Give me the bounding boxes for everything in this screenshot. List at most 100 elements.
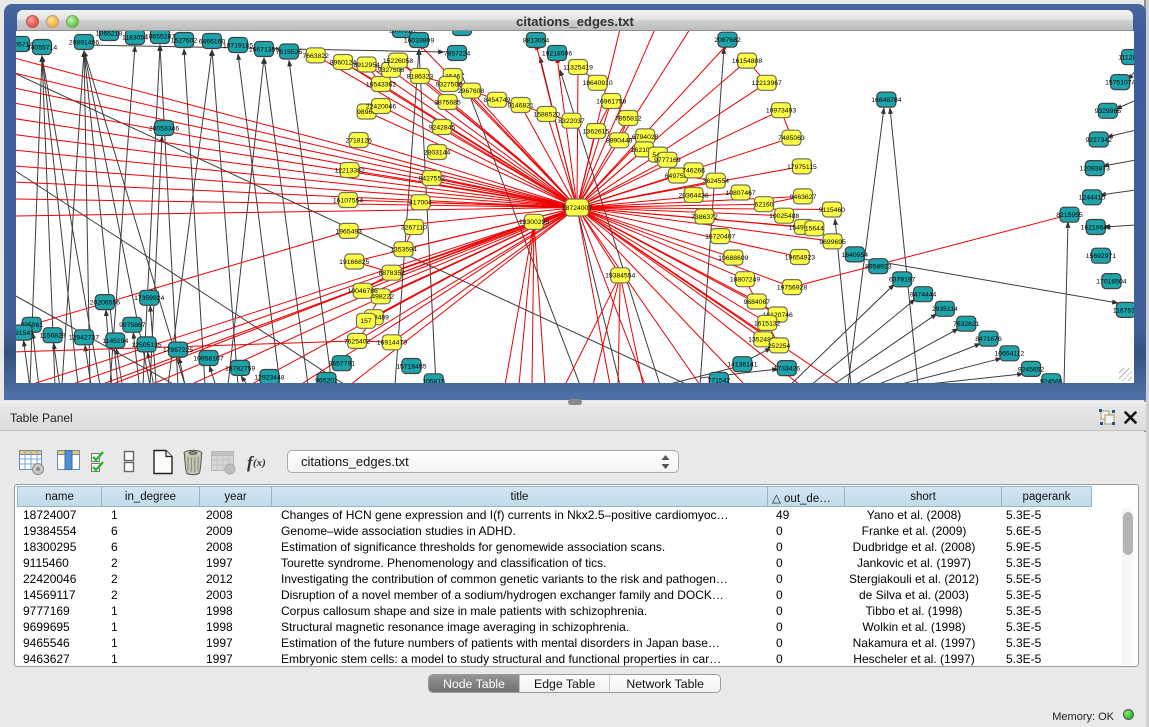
svg-text:20053346: 20053346 <box>149 125 179 132</box>
svg-text:14055714: 14055714 <box>27 44 57 51</box>
svg-text:12505135: 12505135 <box>131 342 161 349</box>
svg-text:1965493: 1965493 <box>335 228 362 235</box>
svg-text:9474444: 9474444 <box>910 292 937 299</box>
svg-text:1244415: 1244415 <box>1079 195 1106 202</box>
svg-text:19218506: 19218506 <box>542 50 572 57</box>
svg-text:12942737: 12942737 <box>69 335 99 342</box>
svg-text:7857224: 7857224 <box>444 50 471 57</box>
svg-text:12093873: 12093873 <box>1080 166 1110 173</box>
svg-text:18807249: 18807249 <box>730 277 760 284</box>
svg-text:16543362: 16543362 <box>366 81 396 88</box>
svg-text:10973493: 10973493 <box>766 108 796 115</box>
svg-text:2803144: 2803144 <box>424 149 451 156</box>
svg-text:16914479: 16914479 <box>377 340 407 347</box>
svg-text:9684067: 9684067 <box>744 299 771 306</box>
svg-text:1661504: 1661504 <box>449 31 476 32</box>
svg-text:17975115: 17975115 <box>787 164 817 171</box>
svg-text:10688609: 10688609 <box>718 255 748 262</box>
svg-text:2935114: 2935114 <box>932 306 958 313</box>
svg-text:252254: 252254 <box>768 343 791 350</box>
svg-text:1167533: 1167533 <box>1113 307 1134 314</box>
svg-text:19384554: 19384554 <box>605 273 635 280</box>
svg-text:16648784: 16648784 <box>871 97 901 104</box>
svg-text:8990448: 8990448 <box>606 138 633 145</box>
svg-text:8322037: 8322037 <box>558 118 585 125</box>
svg-text:7485063: 7485063 <box>778 135 805 142</box>
svg-text:746266: 746266 <box>682 168 705 175</box>
svg-text:1145194: 1145194 <box>102 338 128 345</box>
svg-text:9242845: 9242845 <box>429 124 456 131</box>
svg-text:20891406: 20891406 <box>69 39 99 46</box>
svg-text:3267110: 3267110 <box>401 224 427 231</box>
svg-text:16782759: 16782759 <box>225 365 255 372</box>
svg-text:9699695: 9699695 <box>819 239 846 246</box>
svg-text:9227342: 9227342 <box>1085 137 1112 144</box>
svg-text:16210643: 16210643 <box>1081 224 1111 231</box>
svg-text:19166825: 19166825 <box>339 259 369 266</box>
svg-text:9657791: 9657791 <box>329 361 356 368</box>
svg-text:9975867: 9975867 <box>119 322 146 329</box>
svg-text:8958923: 8958923 <box>865 264 892 271</box>
svg-text:2967608: 2967608 <box>458 88 485 95</box>
svg-text:15226058: 15226058 <box>383 58 413 65</box>
svg-text:9245652: 9245652 <box>1018 366 1045 373</box>
svg-text:771542: 771542 <box>708 377 731 383</box>
svg-text:1353594: 1353594 <box>390 247 417 254</box>
svg-text:157: 157 <box>360 318 372 325</box>
svg-text:16154808: 16154808 <box>732 58 762 65</box>
svg-text:16033809: 16033809 <box>404 37 434 44</box>
svg-text:62160: 62160 <box>755 202 774 209</box>
svg-text:15692971: 15692971 <box>1086 253 1116 260</box>
svg-text:16961758: 16961758 <box>596 98 626 105</box>
svg-text:8186323: 8186323 <box>407 73 434 80</box>
svg-text:8427552: 8427552 <box>419 175 446 182</box>
svg-text:7663822: 7663822 <box>302 53 329 60</box>
svg-text:(x): (x) <box>253 457 266 469</box>
svg-text:12213967: 12213967 <box>752 80 782 87</box>
svg-text:1640954: 1640954 <box>842 252 869 259</box>
svg-text:1615132: 1615132 <box>754 320 781 327</box>
svg-text:16107554: 16107554 <box>333 197 363 204</box>
svg-text:6794028: 6794028 <box>632 134 659 141</box>
svg-text:1112864: 1112864 <box>1118 54 1134 61</box>
svg-text:2718126: 2718126 <box>345 137 372 144</box>
svg-text:417004: 417004 <box>409 200 432 207</box>
svg-text:17957225: 17957225 <box>163 347 193 354</box>
svg-text:22420046: 22420046 <box>366 103 396 110</box>
svg-text:8813054: 8813054 <box>523 37 550 44</box>
svg-text:6379197: 6379197 <box>889 277 916 284</box>
svg-text:9115460: 9115460 <box>819 207 845 214</box>
svg-text:10046786: 10046786 <box>348 288 378 295</box>
svg-text:3624554: 3624554 <box>703 178 730 185</box>
svg-text:1156829: 1156829 <box>40 333 66 340</box>
svg-text:8960124: 8960124 <box>330 59 357 66</box>
svg-text:7625402: 7625402 <box>344 338 371 345</box>
svg-text:14136141: 14136141 <box>727 362 757 369</box>
svg-text:7515526: 7515526 <box>276 49 303 56</box>
svg-text:17016504: 17016504 <box>1096 279 1126 286</box>
svg-text:19756928: 19756928 <box>777 285 807 292</box>
svg-text:11325419: 11325419 <box>563 64 593 71</box>
svg-text:1065218: 1065218 <box>96 31 123 37</box>
svg-text:6466160: 6466160 <box>199 38 226 45</box>
svg-text:965201: 965201 <box>315 377 338 383</box>
svg-text:18724007: 18724007 <box>562 205 592 212</box>
svg-text:9329966: 9329966 <box>1095 108 1122 115</box>
svg-text:8215955: 8215955 <box>1056 212 1083 219</box>
svg-text:16671355: 16671355 <box>249 46 279 53</box>
svg-text:10958107: 10958107 <box>193 355 223 362</box>
svg-text:8471676: 8471676 <box>975 336 1002 343</box>
svg-text:20364436: 20364436 <box>678 192 708 199</box>
svg-text:105815: 105815 <box>422 379 445 383</box>
svg-text:391541: 391541 <box>16 330 34 337</box>
svg-text:15716485: 15716485 <box>396 363 426 370</box>
svg-text:7386372: 7386372 <box>691 214 718 221</box>
svg-text:1733426: 1733426 <box>774 366 801 373</box>
svg-text:10025488: 10025488 <box>769 213 799 220</box>
svg-text:2087682: 2087682 <box>714 37 741 44</box>
svg-text:7955812: 7955812 <box>615 115 642 122</box>
svg-text:15751074: 15751074 <box>1105 80 1134 87</box>
svg-text:9777169: 9777169 <box>654 157 681 164</box>
svg-text:1362615: 1362615 <box>583 128 610 135</box>
svg-text:18300295: 18300295 <box>519 219 549 226</box>
